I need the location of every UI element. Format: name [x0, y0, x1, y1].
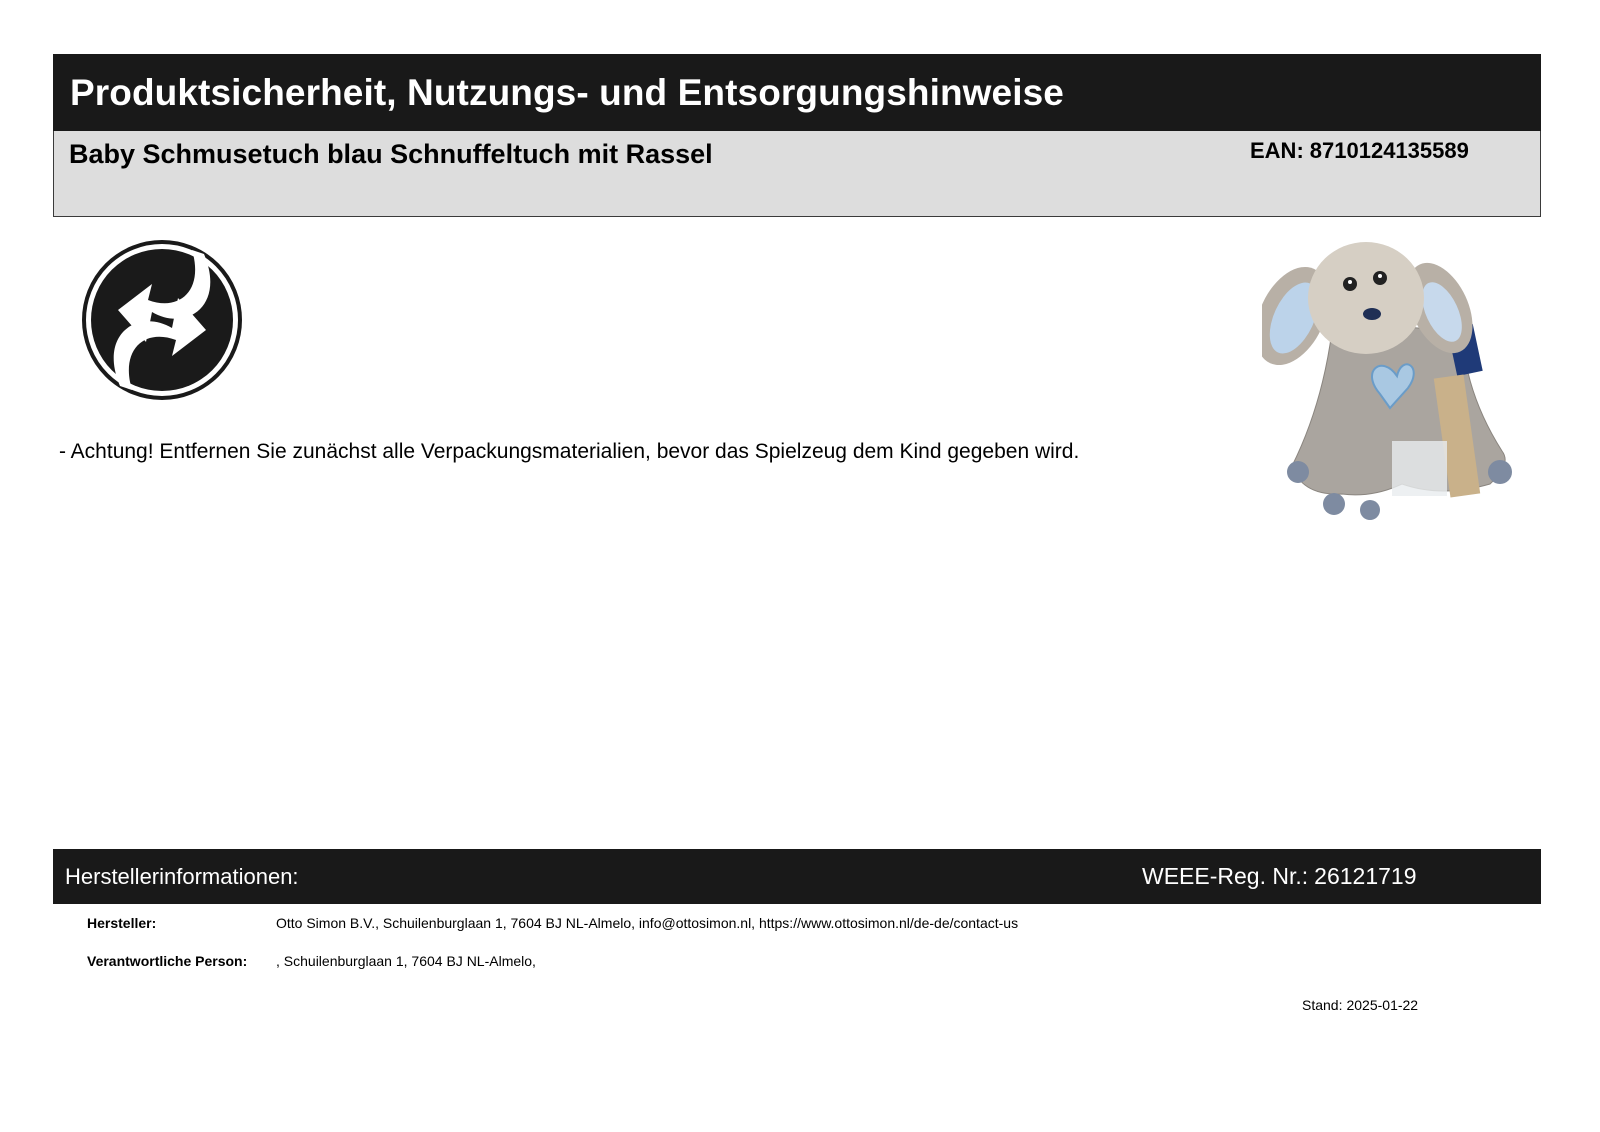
product-name: Baby Schmusetuch blau Schnuffeltuch mit …: [69, 139, 713, 169]
page-title: Produktsicherheit, Nutzungs- und Entsorg…: [70, 71, 1064, 113]
ean-label: EAN:: [1250, 138, 1304, 163]
responsible-person-row: Verantwortliche Person: , Schuilenburgla…: [0, 953, 1600, 973]
stand-label: Stand:: [1302, 997, 1343, 1013]
responsible-person-label: Verantwortliche Person:: [87, 953, 248, 969]
weee-registration: WEEE-Reg. Nr.: 26121719: [1142, 863, 1417, 890]
manufacturer-value: Otto Simon B.V., Schuilenburglaan 1, 760…: [276, 915, 1019, 931]
plush-dog-comforter-image: [1262, 242, 1512, 520]
document-date: Stand: 2025-01-22: [1302, 997, 1418, 1013]
manufacturer-label: Hersteller:: [87, 915, 157, 931]
weee-value: 26121719: [1314, 863, 1417, 889]
ean-value: 8710124135589: [1309, 138, 1469, 163]
ean-field: EAN: 8710124135589: [1250, 138, 1469, 164]
manufacturer-heading: Herstellerinformationen:: [65, 864, 299, 889]
green-dot-recycling-icon: [82, 240, 242, 400]
title-bar: Produktsicherheit, Nutzungs- und Entsorg…: [53, 54, 1541, 131]
packaging-warning: - Achtung! Entfernen Sie zunächst alle V…: [59, 440, 1080, 463]
weee-label: WEEE-Reg. Nr.:: [1142, 863, 1309, 889]
responsible-person-value: , Schuilenburglaan 1, 7604 BJ NL-Almelo,: [276, 953, 536, 969]
product-info-box: Baby Schmusetuch blau Schnuffeltuch mit …: [53, 131, 1541, 217]
stand-value: 2025-01-22: [1346, 997, 1419, 1013]
manufacturer-row: Hersteller: Otto Simon B.V., Schuilenbur…: [0, 915, 1600, 935]
manufacturer-info-bar: Herstellerinformationen: WEEE-Reg. Nr.: 2…: [53, 849, 1541, 904]
